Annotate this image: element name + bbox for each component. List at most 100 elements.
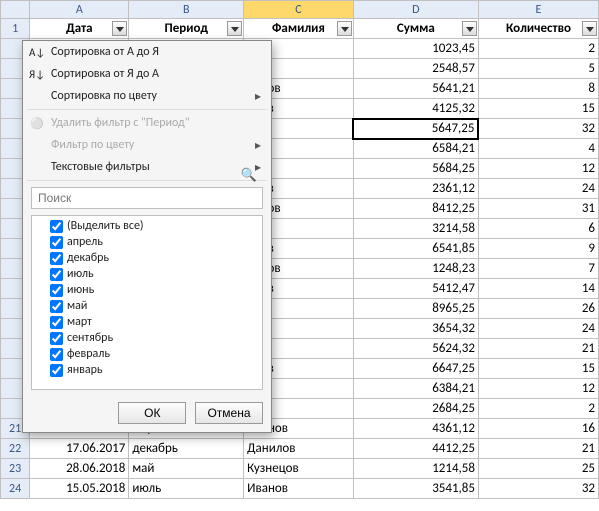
cell-date[interactable]: 17.06.2017 <box>30 439 129 459</box>
cell-sum[interactable]: 5647,25 <box>353 119 478 139</box>
cell-qty[interactable]: 12 <box>478 379 598 399</box>
cell-surname[interactable]: Иванов <box>244 479 354 499</box>
filter-item[interactable]: май <box>36 298 260 314</box>
text-filters-item[interactable]: Текстовые фильтры ▸ <box>23 156 271 178</box>
cell-sum[interactable]: 1023,45 <box>353 39 478 59</box>
filter-checkbox[interactable] <box>50 268 63 281</box>
cell-qty[interactable]: 8 <box>478 79 598 99</box>
cell-period[interactable]: май <box>129 459 244 479</box>
cell-qty[interactable]: 4 <box>478 139 598 159</box>
cell-qty[interactable]: 2 <box>478 39 598 59</box>
header-date[interactable]: Дата <box>30 19 129 39</box>
cell-qty[interactable]: 32 <box>478 479 598 499</box>
filter-checkbox[interactable] <box>50 252 63 265</box>
cell-period[interactable]: июль <box>129 479 244 499</box>
cell-qty[interactable]: 21 <box>478 339 598 359</box>
cell-qty[interactable]: 9 <box>478 239 598 259</box>
filter-checkbox[interactable] <box>50 300 63 313</box>
filter-checklist[interactable]: (Выделить все)апрельдекабрьиюльиюньмайма… <box>31 215 263 390</box>
cell-qty[interactable]: 2 <box>478 399 598 419</box>
cell-qty[interactable]: 21 <box>478 439 598 459</box>
filter-button[interactable] <box>462 21 477 36</box>
header-period[interactable]: Период <box>129 19 244 39</box>
cell-qty[interactable]: 24 <box>478 179 598 199</box>
row-number-1[interactable]: 1 <box>1 19 30 39</box>
cell-sum[interactable]: 4125,32 <box>353 99 478 119</box>
cell-sum[interactable]: 6584,21 <box>353 139 478 159</box>
cell-surname[interactable]: Кузнецов <box>244 459 354 479</box>
filter-checkbox[interactable] <box>50 364 63 377</box>
cell-date[interactable]: 15.05.2018 <box>30 479 129 499</box>
cell-sum[interactable]: 2548,57 <box>353 59 478 79</box>
col-letter-C[interactable]: C <box>244 1 354 19</box>
cell-date[interactable]: 28.06.2018 <box>30 459 129 479</box>
filter-item[interactable]: декабрь <box>36 250 260 266</box>
cell-qty[interactable]: 5 <box>478 59 598 79</box>
cell-sum[interactable]: 3541,85 <box>353 479 478 499</box>
header-sum[interactable]: Сумма <box>353 19 478 39</box>
cell-qty[interactable]: 14 <box>478 279 598 299</box>
filter-item[interactable]: июнь <box>36 282 260 298</box>
cell-sum[interactable]: 3654,32 <box>353 319 478 339</box>
filter-select-all[interactable]: (Выделить все) <box>36 218 260 234</box>
select-all-corner[interactable] <box>1 1 30 19</box>
cell-sum[interactable]: 1248,23 <box>353 259 478 279</box>
header-surname[interactable]: Фамилия <box>244 19 354 39</box>
cell-sum[interactable]: 2684,25 <box>353 399 478 419</box>
cell-sum[interactable]: 8965,25 <box>353 299 478 319</box>
cell-sum[interactable]: 5641,21 <box>353 79 478 99</box>
cell-sum[interactable]: 4412,25 <box>353 439 478 459</box>
filter-checkbox[interactable] <box>50 236 63 249</box>
filter-item[interactable]: февраль <box>36 346 260 362</box>
cell-sum[interactable]: 6647,25 <box>353 359 478 379</box>
cell-surname[interactable]: Данилов <box>244 439 354 459</box>
filter-button[interactable] <box>337 21 352 36</box>
cell-sum[interactable]: 6384,21 <box>353 379 478 399</box>
cell-qty[interactable]: 7 <box>478 259 598 279</box>
cell-qty[interactable]: 15 <box>478 99 598 119</box>
filter-button[interactable] <box>582 21 597 36</box>
row-number[interactable]: 23 <box>1 459 30 479</box>
cell-sum[interactable]: 1214,58 <box>353 459 478 479</box>
filter-item[interactable]: июль <box>36 266 260 282</box>
sort-asc-item[interactable]: А↓ Сортировка от А до Я <box>23 41 271 63</box>
cell-qty[interactable]: 15 <box>478 359 598 379</box>
cell-sum[interactable]: 4361,12 <box>353 419 478 439</box>
cell-sum[interactable]: 2361,12 <box>353 179 478 199</box>
filter-checkbox[interactable] <box>50 348 63 361</box>
sort-color-item[interactable]: Сортировка по цвету ▸ <box>23 85 271 107</box>
col-letter-D[interactable]: D <box>353 1 478 19</box>
header-qty[interactable]: Количество <box>478 19 598 39</box>
cell-sum[interactable]: 5624,32 <box>353 339 478 359</box>
cell-qty[interactable]: 24 <box>478 319 598 339</box>
filter-item[interactable]: январь <box>36 362 260 378</box>
col-letter-E[interactable]: E <box>478 1 598 19</box>
filter-checkbox[interactable] <box>50 332 63 345</box>
filter-checkbox[interactable] <box>50 316 63 329</box>
filter-button[interactable] <box>227 21 242 36</box>
filter-item[interactable]: сентябрь <box>36 330 260 346</box>
cell-qty[interactable]: 32 <box>478 119 598 139</box>
cell-qty[interactable]: 6 <box>478 219 598 239</box>
cell-qty[interactable]: 26 <box>478 299 598 319</box>
cell-sum[interactable]: 5412,47 <box>353 279 478 299</box>
cell-qty[interactable]: 16 <box>478 419 598 439</box>
cell-sum[interactable]: 3214,58 <box>353 219 478 239</box>
cell-period[interactable]: декабрь <box>129 439 244 459</box>
cell-qty[interactable]: 12 <box>478 159 598 179</box>
ok-button[interactable]: ОК <box>118 402 186 424</box>
cell-qty[interactable]: 25 <box>478 459 598 479</box>
cell-sum[interactable]: 6541,85 <box>353 239 478 259</box>
filter-button[interactable] <box>112 21 127 36</box>
cell-sum[interactable]: 5684,25 <box>353 159 478 179</box>
row-number[interactable]: 22 <box>1 439 30 459</box>
filter-item[interactable]: март <box>36 314 260 330</box>
sort-desc-item[interactable]: Я↓ Сортировка от Я до А <box>23 63 271 85</box>
col-letter-B[interactable]: B <box>129 1 244 19</box>
filter-search-input[interactable] <box>31 187 263 209</box>
cancel-button[interactable]: Отмена <box>195 402 263 424</box>
filter-checkbox[interactable] <box>50 284 63 297</box>
cell-qty[interactable]: 31 <box>478 199 598 219</box>
row-number[interactable]: 24 <box>1 479 30 499</box>
col-letter-A[interactable]: A <box>30 1 129 19</box>
